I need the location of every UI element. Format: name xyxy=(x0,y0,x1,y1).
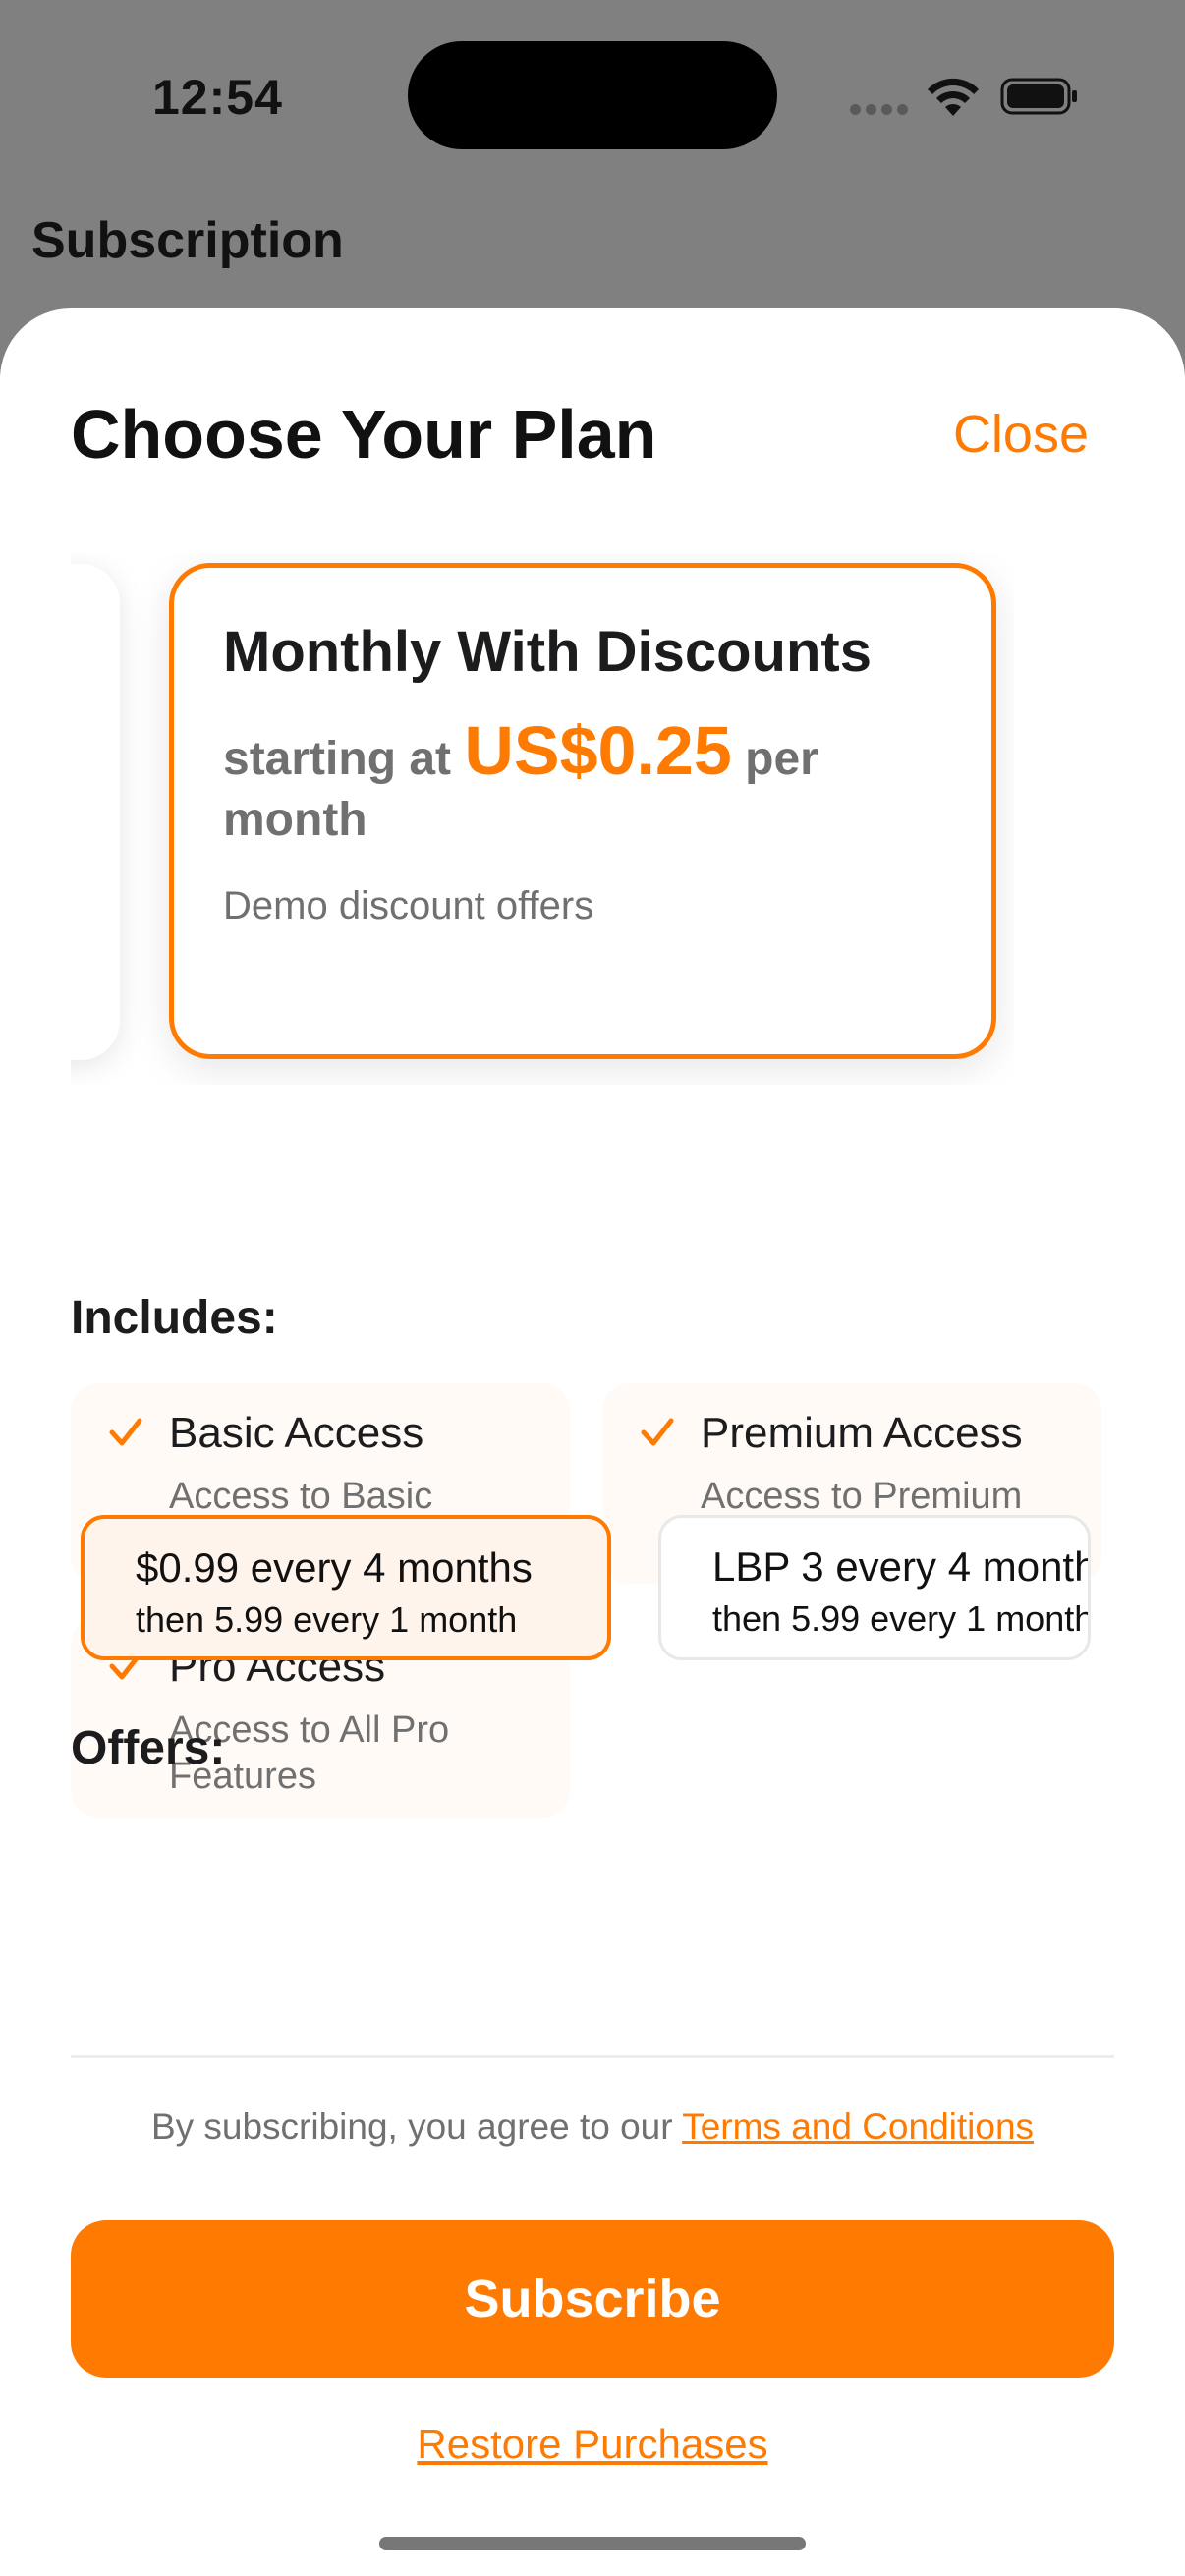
plan-price: US$0.25 xyxy=(464,712,732,789)
offer-main-text: $0.99 every 4 months xyxy=(136,1544,533,1591)
status-bar: 12:54 xyxy=(0,0,1185,196)
home-indicator[interactable] xyxy=(379,2537,806,2550)
checkmark-icon xyxy=(641,1418,674,1446)
restore-purchases-link[interactable]: Restore Purchases xyxy=(0,2421,1185,2468)
includes-label: Includes: xyxy=(71,1292,278,1344)
close-button[interactable]: Close xyxy=(953,404,1089,465)
plan-price-line: starting at US$0.25 per month xyxy=(223,716,942,851)
feature-title: Premium Access xyxy=(701,1409,1023,1457)
terms-prefix: By subscribing, you agree to our xyxy=(150,2106,673,2147)
offer-option-selected[interactable]: $0.99 every 4 months then 5.99 every 1 m… xyxy=(81,1515,611,1660)
previous-plan-card[interactable] xyxy=(71,564,120,1060)
offer-sub-text: then 5.99 every 1 month xyxy=(712,1598,1091,1639)
checkmark-icon xyxy=(109,1418,142,1446)
wifi-icon xyxy=(928,78,979,116)
offer-sub-text: then 5.99 every 1 month xyxy=(136,1599,518,1640)
offers-label: Offers: xyxy=(71,1722,226,1774)
plan-carousel[interactable]: Monthly With Discounts starting at US$0.… xyxy=(71,554,1014,1085)
plan-name: Monthly With Discounts xyxy=(223,620,872,684)
terms-notice: By subscribing, you agree to our Terms a… xyxy=(0,2106,1185,2148)
feature-title: Basic Access xyxy=(169,1409,424,1457)
offers-scroll-edge xyxy=(1114,1503,1185,1670)
background-page-title: Subscription xyxy=(31,212,344,269)
plan-card-selected[interactable]: Monthly With Discounts starting at US$0.… xyxy=(169,563,996,1059)
price-prefix: starting at xyxy=(223,733,452,785)
terms-link[interactable]: Terms and Conditions xyxy=(682,2106,1034,2147)
dynamic-island xyxy=(408,41,777,149)
plan-description: Demo discount offers xyxy=(223,884,594,927)
offer-main-text: LBP 3 every 4 months xyxy=(712,1543,1091,1590)
status-time: 12:54 xyxy=(152,70,283,125)
battery-icon xyxy=(1000,78,1077,115)
subscribe-button[interactable]: Subscribe xyxy=(71,2220,1114,2378)
plan-sheet: Choose Your Plan Close Monthly With Disc… xyxy=(0,308,1185,2576)
offer-option[interactable]: LBP 3 every 4 months then 5.99 every 1 m… xyxy=(658,1515,1091,1660)
sheet-title: Choose Your Plan xyxy=(71,396,657,473)
footer-divider xyxy=(71,2055,1114,2058)
cellular-signal-icon xyxy=(850,104,909,115)
